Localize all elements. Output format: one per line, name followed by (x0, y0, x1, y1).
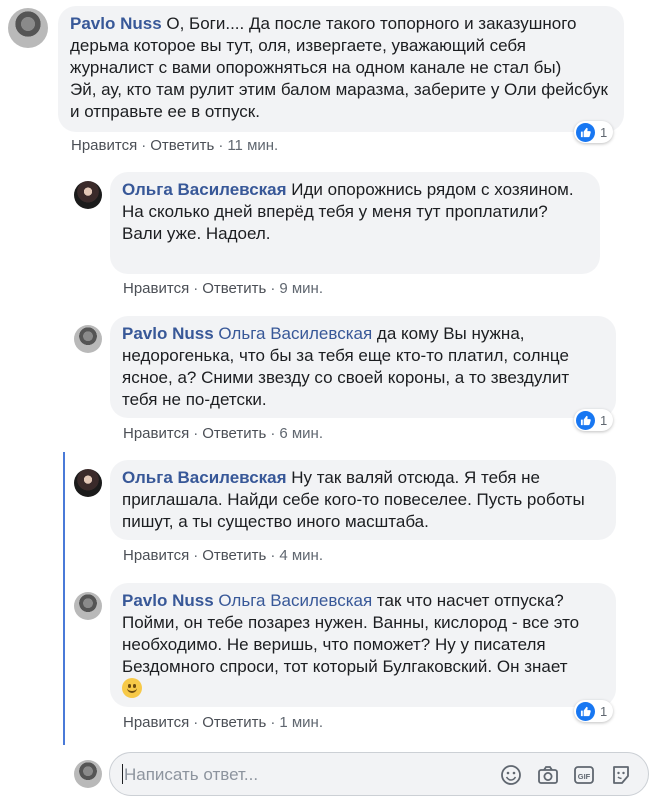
comment-author[interactable]: Pavlo Nuss (122, 591, 214, 610)
reaction-count[interactable]: 1 (574, 700, 614, 722)
comment-bubble: Ольга Василевская Ну так валяй отсюда. Я… (110, 460, 616, 540)
current-user-avatar (74, 760, 102, 788)
separator: · (193, 425, 199, 442)
svg-text:GIF: GIF (578, 772, 591, 781)
timestamp[interactable]: 4 мин. (279, 547, 323, 564)
reaction-number: 1 (600, 412, 608, 428)
comment-bubble: Ольга Василевская Иди опорожнись рядом с… (110, 172, 600, 274)
avatar[interactable] (74, 469, 102, 497)
separator: · (270, 714, 276, 731)
separator: · (270, 425, 276, 442)
gif-icon[interactable]: GIF (573, 764, 595, 786)
avatar[interactable] (8, 8, 48, 48)
comment-bubble: Pavlo Nuss Ольга Василевская так что нас… (110, 583, 616, 707)
mention-link[interactable]: Ольга Василевская (218, 324, 372, 343)
separator: · (141, 137, 147, 154)
like-link[interactable]: Нравится (123, 425, 189, 442)
comment-actions: Нравится · Ответить · 11 мин. (71, 137, 278, 154)
separator: · (270, 280, 276, 297)
comment-actions: Нравится · Ответить · 6 мин. (123, 425, 323, 442)
like-link[interactable]: Нравится (123, 714, 189, 731)
reply-link[interactable]: Ответить (202, 425, 266, 442)
comment-author[interactable]: Ольга Василевская (122, 468, 287, 487)
camera-icon[interactable] (537, 764, 559, 786)
separator: · (193, 714, 199, 731)
separator: · (193, 280, 199, 297)
mention-link[interactable]: Ольга Василевская (218, 591, 372, 610)
sticker-icon[interactable] (610, 764, 632, 786)
like-link[interactable]: Нравится (123, 280, 189, 297)
smiley-emoji-icon (122, 678, 142, 698)
reply-link[interactable]: Ответить (202, 714, 266, 731)
comment-author[interactable]: Pavlo Nuss (70, 14, 162, 33)
separator: · (270, 547, 276, 564)
comment-actions: Нравится · Ответить · 9 мин. (123, 280, 323, 297)
thread-line (63, 452, 65, 745)
avatar[interactable] (74, 181, 102, 209)
like-link[interactable]: Нравится (123, 547, 189, 564)
like-icon (576, 410, 595, 430)
reply-link[interactable]: Ответить (150, 137, 214, 154)
comment-bubble: Pavlo Nuss О, Боги.... Да после такого т… (58, 6, 624, 132)
smiley-icon[interactable] (500, 764, 522, 786)
reaction-count[interactable]: 1 (574, 121, 614, 143)
timestamp[interactable]: 9 мин. (279, 280, 323, 297)
text-caret (122, 764, 123, 784)
like-link[interactable]: Нравится (71, 137, 137, 154)
like-icon (576, 701, 595, 721)
avatar[interactable] (74, 592, 102, 620)
reply-input[interactable]: Написать ответ... GIF (109, 752, 649, 796)
timestamp[interactable]: 11 мин. (227, 137, 278, 154)
like-icon (576, 122, 595, 142)
comment-author[interactable]: Pavlo Nuss (122, 324, 214, 343)
reply-placeholder: Написать ответ... (124, 765, 259, 784)
timestamp[interactable]: 1 мин. (279, 714, 323, 731)
separator: · (193, 547, 199, 564)
comment-author[interactable]: Ольга Василевская (122, 180, 287, 199)
reply-link[interactable]: Ответить (202, 280, 266, 297)
reaction-number: 1 (600, 703, 608, 719)
separator: · (218, 137, 224, 154)
reaction-number: 1 (600, 124, 608, 140)
timestamp[interactable]: 6 мин. (279, 425, 323, 442)
reply-link[interactable]: Ответить (202, 547, 266, 564)
comment-actions: Нравится · Ответить · 1 мин. (123, 714, 323, 731)
comment-bubble: Pavlo Nuss Ольга Василевская да кому Вы … (110, 316, 616, 418)
avatar[interactable] (74, 325, 102, 353)
comment-actions: Нравится · Ответить · 4 мин. (123, 547, 323, 564)
reaction-count[interactable]: 1 (574, 409, 614, 431)
